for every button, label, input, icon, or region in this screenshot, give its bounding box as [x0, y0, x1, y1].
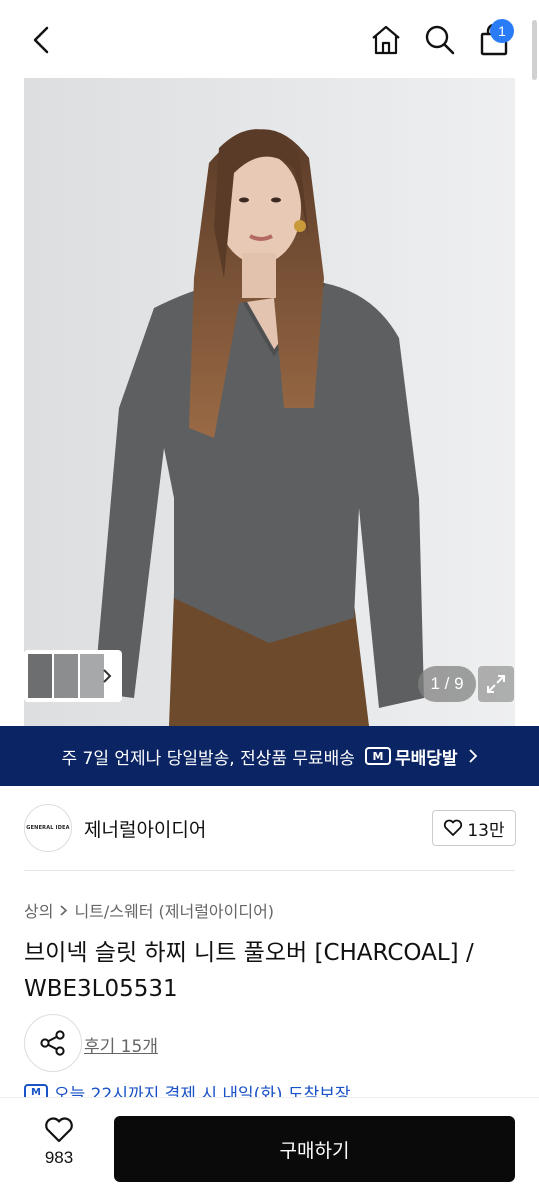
- home-button[interactable]: [366, 20, 406, 60]
- brand-logo[interactable]: GENERAL IDEA: [24, 804, 72, 852]
- reviews-link[interactable]: 후기 15개: [84, 1032, 158, 1057]
- brand-like-count: 13만: [467, 820, 505, 841]
- share-button[interactable]: [24, 1014, 82, 1072]
- expand-button[interactable]: [478, 666, 514, 702]
- share-icon: [40, 1030, 65, 1056]
- chevron-right-icon: [103, 669, 112, 683]
- chevron-right-icon: [468, 749, 477, 763]
- product-title: 브이넥 슬릿 하찌 니트 풀오버 [CHARCOAL] / WBE3L05531: [24, 940, 474, 1002]
- banner-brand: M 무배당발: [364, 744, 458, 769]
- cart-count-badge: 1: [490, 19, 514, 43]
- home-icon: [372, 25, 400, 55]
- breadcrumb-item[interactable]: 상의: [24, 898, 53, 922]
- thumbnail-1[interactable]: [28, 654, 52, 698]
- wishlist-count: 983: [44, 1148, 74, 1167]
- chevron-right-icon: [60, 904, 68, 916]
- search-button[interactable]: [420, 20, 460, 60]
- banner-brand-label: 무배당발: [394, 748, 458, 769]
- divider: [24, 870, 515, 871]
- back-button[interactable]: [22, 20, 62, 60]
- expand-icon: [487, 675, 505, 693]
- wishlist-button[interactable]: 983: [26, 1116, 92, 1186]
- chevron-left-icon: [33, 26, 49, 54]
- product-photo-illustration: [24, 78, 515, 726]
- image-counter: 1 / 9: [418, 666, 476, 702]
- delivery-banner[interactable]: 주 7일 언제나 당일발송, 전상품 무료배송 M 무배당발: [0, 726, 539, 786]
- brand-like-button[interactable]: 13만: [432, 810, 516, 846]
- thumbnail-strip[interactable]: [24, 650, 122, 702]
- buy-button[interactable]: 구매하기: [114, 1116, 515, 1182]
- thumbnail-2[interactable]: [54, 654, 78, 698]
- product-image[interactable]: [24, 78, 515, 726]
- heart-icon: [45, 1117, 73, 1143]
- brand-name[interactable]: 제너럴아이디어: [84, 815, 206, 842]
- search-icon: [425, 25, 455, 55]
- scroll-indicator: [532, 20, 537, 80]
- brand-row: GENERAL IDEA 제너럴아이디어 13만: [0, 786, 539, 870]
- banner-text: 주 7일 언제나 당일발송, 전상품 무료배송: [61, 748, 355, 769]
- heart-icon: [444, 819, 463, 836]
- bottom-action-bar: 983 구매하기: [0, 1097, 539, 1200]
- top-bar: 1: [0, 0, 539, 80]
- breadcrumb-item[interactable]: 니트/스웨터 (제너럴아이디어): [74, 898, 274, 922]
- m-badge-icon: M: [364, 747, 391, 765]
- breadcrumb: 상의 니트/스웨터 (제너럴아이디어): [24, 898, 274, 922]
- brand-logo-text: GENERAL IDEA: [26, 825, 70, 831]
